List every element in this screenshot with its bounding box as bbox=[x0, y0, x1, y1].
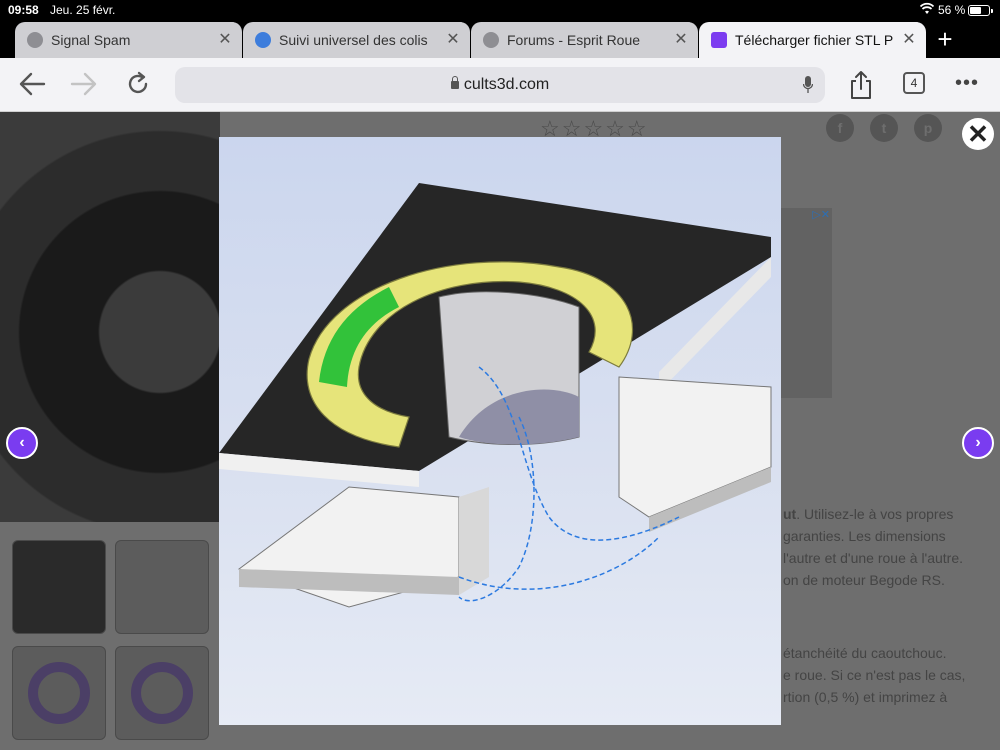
wifi-icon bbox=[920, 2, 934, 14]
close-tab-icon[interactable]: ✕ bbox=[900, 22, 918, 58]
description-line: l'autre et d'une roue à l'autre. bbox=[783, 550, 964, 566]
tab-label: Signal Spam bbox=[51, 32, 131, 48]
new-tab-button[interactable]: + bbox=[930, 26, 960, 52]
description-line: ut. Utilisez-le à vos propres bbox=[783, 506, 954, 522]
ring-preview bbox=[131, 662, 193, 724]
close-lightbox-button[interactable]: ✕ bbox=[962, 118, 994, 150]
description-line: rtion (0,5 %) et imprimez à bbox=[783, 689, 948, 705]
reload-button[interactable] bbox=[122, 68, 154, 100]
tab-label: Suivi universel des colis bbox=[279, 32, 428, 48]
tab-count-button[interactable]: 4 bbox=[903, 72, 925, 94]
globe-icon bbox=[27, 32, 43, 48]
chevron-right-icon: › bbox=[975, 434, 981, 451]
tab-signal-spam[interactable]: Signal Spam ✕ bbox=[15, 22, 242, 58]
thumbnail-image[interactable] bbox=[12, 540, 106, 634]
ring-preview bbox=[28, 662, 90, 724]
tab-label: Forums - Esprit Roue bbox=[507, 32, 641, 48]
lock-icon bbox=[450, 76, 459, 89]
description-line: on de moteur Begode RS. bbox=[783, 572, 945, 588]
thumbnail-image[interactable] bbox=[12, 646, 106, 740]
more-options-icon[interactable]: ••• bbox=[955, 72, 979, 95]
battery-icon bbox=[968, 5, 993, 16]
lightbox-image bbox=[219, 137, 781, 725]
thumbnail-image[interactable] bbox=[115, 540, 209, 634]
arrow-right-icon bbox=[70, 72, 97, 96]
date: Jeu. 25 févr. bbox=[50, 3, 116, 17]
close-tab-icon[interactable]: ✕ bbox=[444, 22, 462, 58]
description-bold-prefix: ut bbox=[783, 506, 797, 522]
tab-suivi-colis[interactable]: Suivi universel des colis ✕ bbox=[243, 22, 470, 58]
adchoices-icon: ▷✕ bbox=[812, 209, 830, 221]
status-bar: 09:58 Jeu. 25 févr. 56 % bbox=[0, 0, 1000, 20]
forward-button[interactable] bbox=[68, 68, 100, 100]
share-icon[interactable] bbox=[848, 70, 874, 100]
cults-favicon-icon bbox=[711, 32, 727, 48]
clock: 09:58 bbox=[8, 3, 39, 17]
address-bar[interactable]: cults3d.com bbox=[175, 67, 825, 103]
twitter-icon[interactable]: t bbox=[870, 114, 898, 142]
previous-image-button[interactable]: ‹ bbox=[6, 427, 38, 459]
description-line: e roue. Si ce n'est pas le cas, bbox=[783, 667, 966, 683]
chevron-left-icon: ‹ bbox=[19, 434, 25, 451]
close-tab-icon[interactable]: ✕ bbox=[672, 22, 690, 58]
pinterest-icon[interactable]: p bbox=[914, 114, 942, 142]
close-tab-icon[interactable]: ✕ bbox=[216, 22, 234, 58]
battery-percent: 56 % bbox=[938, 3, 966, 17]
thumbnail-image[interactable] bbox=[115, 646, 209, 740]
description-line: garanties. Les dimensions bbox=[783, 528, 946, 544]
cad-render-image bbox=[219, 183, 772, 608]
back-button[interactable] bbox=[16, 68, 48, 100]
facebook-icon[interactable]: f bbox=[826, 114, 854, 142]
tab-label: Télécharger fichier STL P bbox=[735, 32, 894, 48]
microphone-icon[interactable] bbox=[803, 76, 813, 94]
tab-forums-esprit-roue[interactable]: Forums - Esprit Roue ✕ bbox=[471, 22, 698, 58]
tab-cults3d[interactable]: Télécharger fichier STL P ✕ bbox=[699, 22, 926, 58]
browser-toolbar: cults3d.com 4 ••• bbox=[0, 58, 1000, 112]
next-image-button[interactable]: › bbox=[962, 427, 994, 459]
description-line: étanchéité du caoutchouc. bbox=[783, 645, 947, 661]
url-text: cults3d.com bbox=[463, 76, 550, 93]
advertisement: ▷✕ bbox=[780, 208, 832, 398]
tab-bar: Signal Spam ✕ Suivi universel des colis … bbox=[0, 20, 1000, 58]
product-photo-background bbox=[0, 112, 220, 522]
globe-icon bbox=[483, 32, 499, 48]
reload-icon bbox=[128, 71, 148, 94]
suivi-favicon-icon bbox=[255, 32, 271, 48]
arrow-left-icon bbox=[19, 72, 46, 96]
